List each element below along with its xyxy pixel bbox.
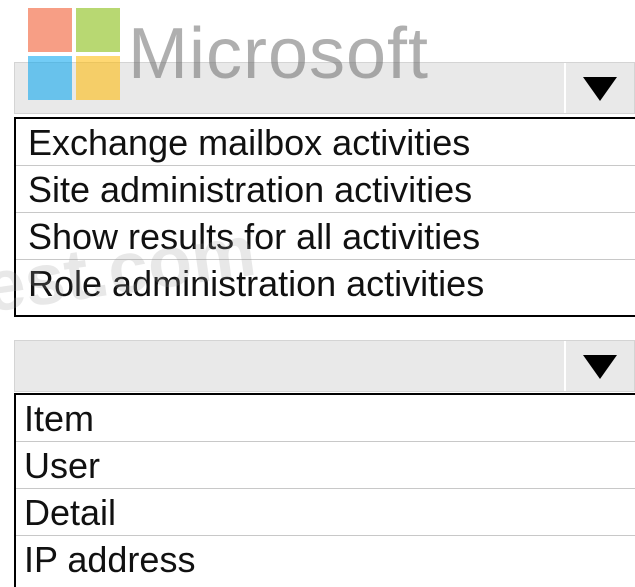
option-show-results-for-all-activities[interactable]: Show results for all activities bbox=[16, 213, 635, 260]
field-dropdown-toggle[interactable] bbox=[564, 341, 634, 391]
logo-tile-yellow bbox=[76, 56, 120, 100]
option-detail[interactable]: Detail bbox=[16, 489, 635, 536]
windows-logo-icon bbox=[28, 8, 120, 100]
activities-options-list: Exchange mailbox activities Site adminis… bbox=[14, 117, 635, 317]
option-item[interactable]: Item bbox=[16, 395, 635, 442]
logo-wordmark: Microsoft bbox=[128, 14, 430, 94]
option-ip-address[interactable]: IP address bbox=[16, 536, 635, 583]
dropdown-arrow-icon bbox=[583, 355, 617, 379]
logo-tile-blue bbox=[28, 56, 72, 100]
field-options-list: Item User Detail IP address bbox=[14, 393, 635, 587]
microsoft-logo: Microsoft bbox=[28, 8, 448, 103]
activities-dropdown-toggle[interactable] bbox=[564, 63, 634, 113]
option-user[interactable]: User bbox=[16, 442, 635, 489]
option-exchange-mailbox-activities[interactable]: Exchange mailbox activities bbox=[16, 119, 635, 166]
option-site-administration-activities[interactable]: Site administration activities bbox=[16, 166, 635, 213]
logo-tile-red bbox=[28, 8, 72, 52]
field-dropdown[interactable] bbox=[14, 340, 635, 392]
option-role-administration-activities[interactable]: Role administration activities bbox=[16, 260, 635, 307]
dropdown-arrow-icon bbox=[583, 77, 617, 101]
logo-tile-green bbox=[76, 8, 120, 52]
